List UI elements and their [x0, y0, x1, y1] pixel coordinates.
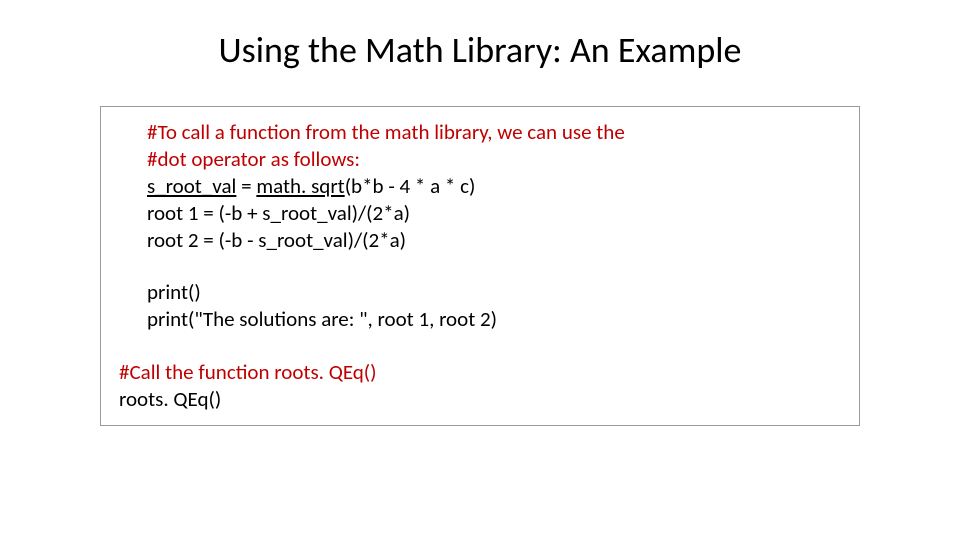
- code-line: print(): [147, 279, 841, 306]
- code-comment-line: #To call a function from the math librar…: [147, 119, 841, 146]
- blank-line: [147, 253, 841, 279]
- code-text: (b*b - 4 * a * c): [345, 173, 476, 199]
- code-indented-block: #To call a function from the math librar…: [119, 119, 841, 333]
- code-example-box: #To call a function from the math librar…: [100, 106, 860, 426]
- code-line: root 2 = (-b - s_root_val)/(2*a): [147, 227, 841, 254]
- blank-line: [119, 333, 841, 359]
- code-text: =: [236, 173, 256, 199]
- code-line: root 1 = (-b + s_root_val)/(2*a): [147, 200, 841, 227]
- code-var: s_root_val: [147, 173, 236, 199]
- code-comment-line: #Call the function roots. QEq(): [119, 359, 841, 386]
- code-line: roots. QEq(): [119, 386, 841, 413]
- code-comment-line: #dot operator as follows:: [147, 146, 841, 173]
- slide-title: Using the Math Library: An Example: [100, 28, 860, 72]
- code-line: print("The solutions are: ", root 1, roo…: [147, 306, 841, 333]
- slide: Using the Math Library: An Example #To c…: [0, 0, 960, 540]
- code-line: s_root_val = math. sqrt(b*b - 4 * a * c): [147, 173, 841, 200]
- code-call: math. sqrt: [256, 173, 344, 199]
